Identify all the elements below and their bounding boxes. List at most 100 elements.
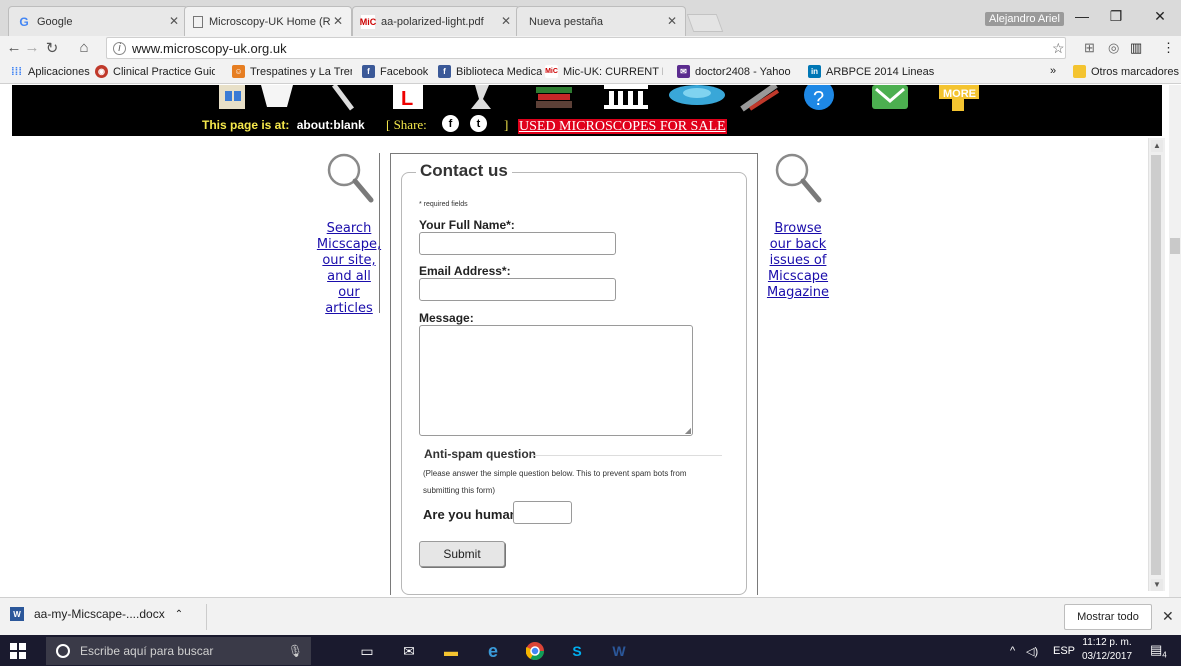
more-bookmarks-button[interactable]: » xyxy=(1050,65,1056,77)
bookmark-label: Trespatines y La Trem xyxy=(250,65,352,78)
close-download-bar-icon[interactable]: ✕ xyxy=(1162,608,1174,625)
bookmark-micuk[interactable]: MiC Mic-UK: CURRENT IS xyxy=(545,65,663,78)
tab-bar: G Google ✕ Microscopy-UK Home (R ✕ MiC a… xyxy=(0,0,1181,36)
other-bookmarks[interactable]: Otros marcadores xyxy=(1073,65,1179,78)
tools-nav-icon[interactable] xyxy=(740,85,780,113)
email-input[interactable] xyxy=(419,278,616,301)
google-icon: G xyxy=(19,14,29,29)
bookmark-facebook[interactable]: f Facebook xyxy=(362,65,428,78)
info-icon[interactable]: i xyxy=(113,41,126,55)
page-scroll-thumb[interactable] xyxy=(1170,238,1180,254)
search-nav-icon[interactable] xyxy=(330,85,356,113)
profile-button[interactable]: Alejandro Ariel xyxy=(985,12,1064,26)
notifications-icon[interactable]: ▤4 xyxy=(1150,642,1167,660)
svg-text:?: ? xyxy=(813,88,824,110)
close-icon[interactable]: ✕ xyxy=(169,14,179,28)
mail-icon: ✉ xyxy=(677,65,690,78)
bookmark-star-icon[interactable]: ☆ xyxy=(1052,40,1065,57)
learner-nav-icon[interactable]: L xyxy=(393,85,423,113)
chrome-icon[interactable] xyxy=(524,640,546,662)
mail-taskbar-icon[interactable]: ✉ xyxy=(398,640,420,662)
search-micscape-link[interactable]: Search Micscape, our site, and all our a… xyxy=(305,221,393,317)
trespatines-icon: ☺ xyxy=(232,65,245,78)
name-input[interactable] xyxy=(419,232,616,255)
tab-microscopy[interactable]: Microscopy-UK Home (R ✕ xyxy=(184,6,352,36)
tab-google[interactable]: G Google ✕ xyxy=(8,6,188,36)
message-label: Message: xyxy=(419,311,474,325)
close-icon[interactable]: ✕ xyxy=(501,14,511,28)
ufo-nav-icon[interactable] xyxy=(667,85,727,113)
browse-link-line: our back xyxy=(769,237,827,252)
restore-icon[interactable]: ❐ xyxy=(1106,8,1126,25)
extension-icon[interactable]: ⊞ xyxy=(1084,40,1095,56)
language-indicator[interactable]: ESP xyxy=(1053,645,1075,657)
menu-icon[interactable]: ⋮ xyxy=(1162,40,1175,56)
task-view-icon[interactable]: ▭ xyxy=(356,640,378,662)
download-item[interactable]: W aa-my-Micscape-....docx ⌃ xyxy=(10,607,183,621)
tab-pdf[interactable]: MiC aa-polarized-light.pdf ✕ xyxy=(352,6,520,36)
close-icon[interactable]: ✕ xyxy=(667,14,677,28)
scroll-up-icon[interactable]: ▲ xyxy=(1151,140,1163,152)
show-all-button[interactable]: Mostrar todo xyxy=(1064,604,1152,630)
word-file-icon: W xyxy=(10,607,24,621)
forward-icon[interactable]: → xyxy=(22,39,42,56)
help-nav-icon[interactable]: ? xyxy=(804,85,834,113)
page-scrollbar[interactable] xyxy=(1169,85,1181,597)
search-magnifier-icon[interactable] xyxy=(326,152,374,204)
facebook-icon: f xyxy=(438,65,451,78)
antispam-text: (Please answer the simple question below… xyxy=(423,469,687,495)
museum-nav-icon[interactable] xyxy=(604,85,648,113)
file-explorer-icon[interactable]: ▬ xyxy=(440,640,462,662)
home-nav-icon[interactable] xyxy=(217,85,247,113)
bookmark-clinical[interactable]: ◉ Clinical Practice Guid xyxy=(95,65,215,78)
reload-icon[interactable]: ↻ xyxy=(42,39,62,57)
bookmark-label: ARBPCE 2014 Lineas xyxy=(826,65,935,78)
message-textarea[interactable]: ◢ xyxy=(419,325,693,436)
edge-icon[interactable]: e xyxy=(482,640,504,662)
windows-start-icon[interactable] xyxy=(10,643,26,659)
bookmark-biblioteca[interactable]: f Biblioteca Medica xyxy=(438,65,542,78)
mail-nav-icon[interactable] xyxy=(872,85,908,113)
volume-icon[interactable]: ◁) xyxy=(1026,645,1038,658)
human-answer-input[interactable] xyxy=(513,501,572,524)
submit-button[interactable]: Submit xyxy=(419,541,505,567)
skype-icon[interactable]: S xyxy=(566,640,588,662)
article-nav-icon[interactable] xyxy=(257,85,297,113)
tab-new[interactable]: Nueva pestaña ✕ xyxy=(516,6,686,36)
bookmark-label: Facebook xyxy=(380,65,429,78)
extension3-icon[interactable]: ▥ xyxy=(1130,40,1142,56)
bookmark-yahoo[interactable]: ✉ doctor2408 - Yahoo xyxy=(677,65,794,78)
new-tab-button[interactable] xyxy=(686,14,724,32)
bookmark-arbpce[interactable]: in ARBPCE 2014 Lineas xyxy=(808,65,940,78)
extension2-icon[interactable]: ◎ xyxy=(1108,40,1119,56)
more-nav-icon[interactable]: MORE xyxy=(937,85,981,113)
browse-magnifier-icon[interactable] xyxy=(774,152,822,204)
scroll-down-icon[interactable]: ▼ xyxy=(1151,579,1163,591)
used-microscopes-link[interactable]: USED MICROSCOPES FOR SALE xyxy=(518,119,727,134)
minimize-icon[interactable]: — xyxy=(1072,8,1092,24)
close-icon[interactable]: ✕ xyxy=(333,14,343,28)
inner-scroll-thumb[interactable] xyxy=(1151,155,1161,575)
word-icon[interactable]: W xyxy=(608,640,630,662)
microphone-icon[interactable]: 🎙 xyxy=(288,644,303,658)
clock[interactable]: 11:12 p. m. 03/12/2017 xyxy=(1082,636,1132,664)
twitter-share-icon[interactable]: t xyxy=(470,115,487,132)
books-nav-icon[interactable] xyxy=(536,85,572,113)
browse-back-issues-link[interactable]: Browse our back issues of Micscape Magaz… xyxy=(760,221,836,301)
bookmark-label: Aplicaciones xyxy=(28,65,90,78)
site-nav-band: L ? MORE This page is at: about:blank [ … xyxy=(12,85,1162,136)
taskbar-search-input[interactable]: Escribe aquí para buscar 🎙 xyxy=(46,637,311,665)
tray-chevron-icon[interactable]: ^ xyxy=(1010,645,1015,657)
bookmark-trespatines[interactable]: ☺ Trespatines y La Trem xyxy=(232,65,352,78)
resize-handle-icon[interactable]: ◢ xyxy=(685,426,691,435)
microscope-nav-icon[interactable] xyxy=(467,85,497,113)
back-icon[interactable]: ← xyxy=(4,39,24,56)
other-bookmarks-label: Otros marcadores xyxy=(1091,65,1180,78)
chevron-up-icon[interactable]: ⌃ xyxy=(175,609,183,620)
tab-label: Nueva pestaña xyxy=(529,15,603,28)
bookmark-apps[interactable]: ⁞⁞⁞ Aplicaciones xyxy=(10,65,90,78)
close-window-icon[interactable]: ✕ xyxy=(1150,8,1170,25)
url-input[interactable]: i www.microscopy-uk.org.uk xyxy=(106,37,1066,59)
facebook-share-icon[interactable]: f xyxy=(442,115,459,132)
home-icon[interactable]: ⌂ xyxy=(74,39,94,56)
